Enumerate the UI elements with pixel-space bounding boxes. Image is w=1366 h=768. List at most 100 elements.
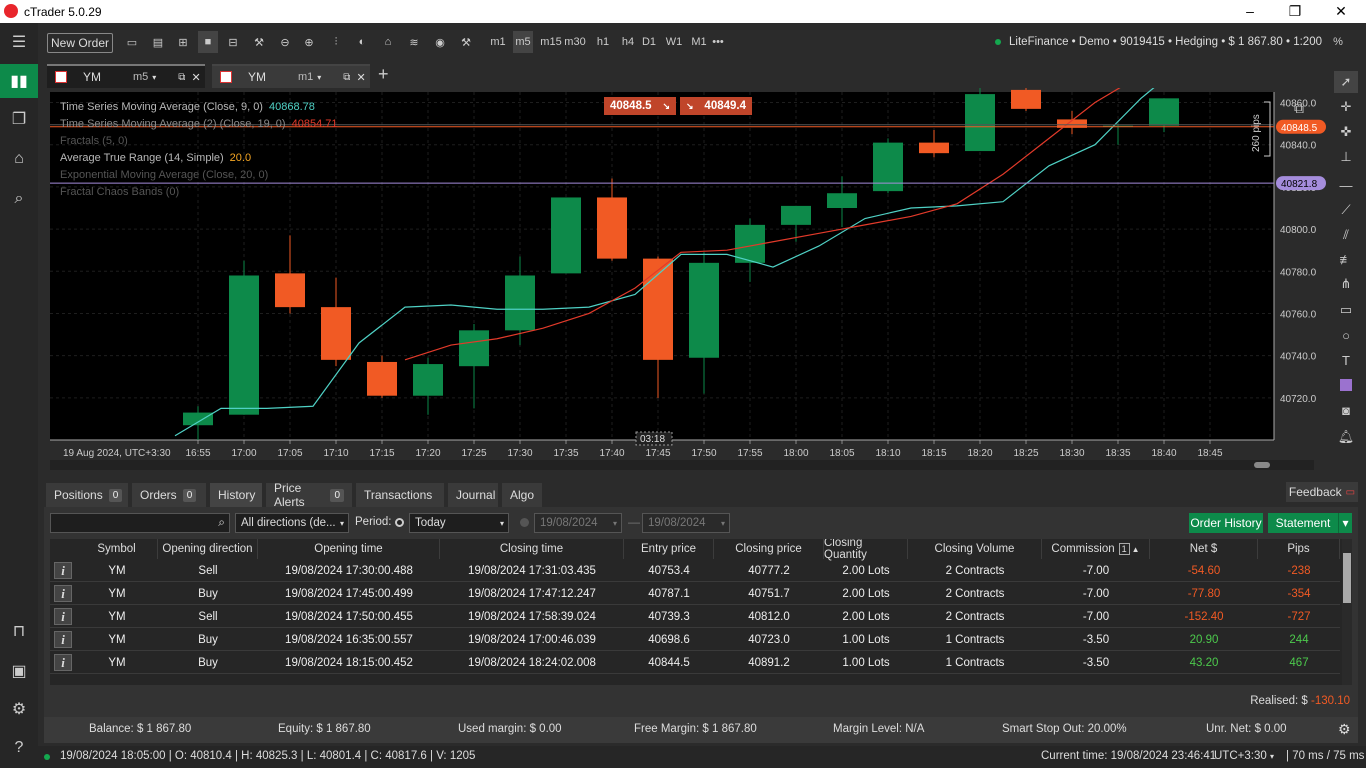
copy-icon[interactable]: ❐ — [0, 102, 38, 136]
table-row[interactable]: i YM Buy 19/08/2024 16:35:00.557 19/08/2024 … — [50, 628, 1340, 651]
channel-icon[interactable]: ⫽ — [1334, 224, 1358, 246]
info-icon[interactable]: i — [54, 631, 72, 648]
indicator-label[interactable]: Time Series Moving Average (Close, 9, 0)… — [60, 101, 315, 113]
detach-icon[interactable]: ⧉ — [178, 72, 185, 83]
text-icon[interactable]: T — [1334, 349, 1358, 371]
table-row[interactable]: i YM Sell 19/08/2024 17:30:00.488 19/08/2024… — [50, 559, 1340, 582]
custom-date-radio[interactable] — [520, 518, 529, 527]
horizontal-line-icon[interactable]: ― — [1334, 174, 1358, 196]
chevron-down-icon[interactable]: ▾ — [317, 73, 321, 82]
settings-gear-icon[interactable]: ⚙ — [1338, 721, 1351, 738]
tab-history[interactable]: History — [210, 483, 262, 507]
statement-button[interactable]: Statement — [1268, 513, 1338, 533]
trendline-icon[interactable]: ⟋ — [1334, 199, 1358, 221]
table-scrollbar[interactable] — [1342, 539, 1352, 685]
tab-orders[interactable]: Orders 0 — [132, 483, 206, 507]
column-header[interactable]: Closing Quantity — [824, 539, 908, 561]
column-header[interactable]: Closing time — [440, 539, 624, 559]
table-row[interactable]: i YM Buy 19/08/2024 18:15:00.452 19/08/2024 … — [50, 651, 1340, 674]
indicator-label[interactable]: Fractal Chaos Bands (0) — [60, 186, 185, 198]
feedback-button[interactable]: Feedback ▭ — [1286, 482, 1358, 502]
tab-chart-ym-m1[interactable]: YM m1 ▾ ⧉ ✕ — [212, 64, 370, 88]
column-header[interactable]: Closing price — [714, 539, 824, 559]
indicator-label[interactable]: Average True Range (14, Simple) 20.0 — [60, 152, 251, 164]
wallet-icon[interactable]: ▣ — [0, 654, 38, 688]
window-icon[interactable]: ▤ — [148, 31, 168, 53]
indicator-label[interactable]: Time Series Moving Average (2) (Close, 1… — [60, 118, 337, 130]
timeframe-m5[interactable]: m5 — [513, 31, 533, 53]
alert-bell-icon[interactable]: 🔔︎ — [1334, 426, 1358, 448]
chevron-down-icon[interactable]: ▾ — [152, 73, 156, 82]
color-swatch-icon[interactable] — [1334, 374, 1358, 396]
timeframe-m15[interactable]: m15 — [540, 31, 561, 53]
algo-icon[interactable]: ⌂ — [0, 142, 38, 176]
period-select[interactable]: Today ▾ — [409, 513, 509, 533]
layers-icon[interactable]: ≋ — [404, 31, 424, 53]
candlestick-chart[interactable]: 40720.040740.040760.040780.040800.040820… — [44, 88, 1326, 474]
camera-icon[interactable]: ◙ — [1334, 399, 1358, 421]
trade-icon[interactable]: ▮▮ — [0, 64, 38, 98]
rectangle-icon[interactable]: ▭ — [1334, 299, 1358, 321]
more-icon[interactable]: ••• — [708, 31, 728, 53]
column-header[interactable]: Entry price — [624, 539, 714, 559]
info-icon[interactable]: i — [54, 562, 72, 579]
buy-button[interactable]: ↘ 40849.4 — [680, 97, 752, 115]
tab-price-alerts[interactable]: Price Alerts 0 — [266, 481, 352, 509]
search-input[interactable]: ⌕ — [50, 513, 230, 533]
account-info[interactable]: LiteFinance • Demo • 9019415 • Hedging •… — [995, 36, 1322, 48]
tab-algo[interactable]: Algo — [502, 483, 542, 507]
direction-select[interactable]: All directions (de... ▾ — [235, 513, 349, 533]
split-layout-icon[interactable]: ⊟ — [223, 31, 243, 53]
timeframe-m1[interactable]: m1 — [488, 31, 508, 53]
minimize-icon[interactable]: – — [1240, 3, 1260, 19]
sell-button[interactable]: 40848.5 ↘ — [604, 97, 676, 115]
column-header[interactable]: Opening time — [258, 539, 440, 559]
timeframe-D1[interactable]: D1 — [639, 31, 659, 53]
new-order-button[interactable]: New Order — [47, 33, 113, 53]
pitchfork-icon[interactable]: ⋔ — [1334, 273, 1358, 295]
cursor-icon[interactable]: ➚ — [1334, 71, 1358, 93]
store-icon[interactable]: ⊓ — [0, 614, 38, 648]
order-history-button[interactable]: Order History — [1189, 513, 1263, 533]
chart-area[interactable]: 40720.040740.040760.040780.040800.040820… — [44, 88, 1326, 474]
indicator-label[interactable]: Fractals (5, 0) — [60, 135, 134, 147]
chart-mode-icon[interactable]: ▭ — [122, 31, 142, 53]
close-tab-icon[interactable]: ✕ — [356, 71, 365, 84]
column-header[interactable]: Pips — [1258, 539, 1340, 559]
grid-layout-icon[interactable]: ⊞ — [173, 31, 193, 53]
close-tab-icon[interactable]: ✕ — [191, 71, 200, 84]
column-header[interactable]: Opening direction — [158, 539, 258, 559]
timeframe-M1[interactable]: M1 — [689, 31, 709, 53]
tab-positions[interactable]: Positions 0 — [46, 483, 128, 507]
detach-icon[interactable]: ⧉ — [343, 72, 350, 83]
chart-edit-icon[interactable]: ⚒ — [456, 31, 476, 53]
timeframe-h1[interactable]: h1 — [593, 31, 613, 53]
fibonacci-icon[interactable]: ≢ — [1334, 248, 1358, 270]
timeframe-W1[interactable]: W1 — [664, 31, 684, 53]
indicator-label[interactable]: Exponential Moving Average (Close, 20, 0… — [60, 169, 274, 181]
bot-icon[interactable]: ⌂ — [378, 31, 398, 53]
eye-icon[interactable]: ◉ — [430, 31, 450, 53]
table-row[interactable]: i YM Sell 19/08/2024 17:50:00.455 19/08/2024… — [50, 605, 1340, 628]
chart-settings-icon[interactable]: ⚒ — [249, 31, 269, 53]
timeframe-h4[interactable]: h4 — [618, 31, 638, 53]
percent-toggle-icon[interactable]: % — [1328, 31, 1348, 53]
zoom-out-icon[interactable]: ⊖ — [275, 31, 295, 53]
help-icon[interactable]: ? — [0, 731, 38, 765]
period-radio[interactable] — [395, 518, 404, 527]
single-layout-icon[interactable]: ■ — [198, 31, 218, 53]
column-header[interactable]: Closing Volume — [908, 539, 1042, 559]
table-row[interactable]: i YM Buy 19/08/2024 17:45:00.499 19/08/2024 … — [50, 582, 1340, 605]
timeframe-m30[interactable]: m30 — [564, 31, 585, 53]
zoom-in-icon[interactable]: ⊕ — [299, 31, 319, 53]
column-header[interactable]: Commission 1 ▲ — [1042, 539, 1150, 559]
column-header[interactable]: Symbol — [76, 539, 158, 559]
tab-chart-ym-m5[interactable]: YM m5 ▾ ⧉ ✕ — [47, 64, 205, 88]
statement-dropdown-icon[interactable]: ▾ — [1338, 513, 1352, 533]
info-icon[interactable]: i — [54, 585, 72, 602]
restore-icon[interactable]: ❐ — [1285, 3, 1305, 20]
menu-icon[interactable]: ☰ — [0, 25, 38, 59]
cloud-icon[interactable]: ◐ — [352, 31, 372, 53]
crosshair-icon[interactable]: ✛ — [1334, 96, 1358, 118]
popout-icon[interactable]: ⧉ — [1294, 100, 1304, 117]
